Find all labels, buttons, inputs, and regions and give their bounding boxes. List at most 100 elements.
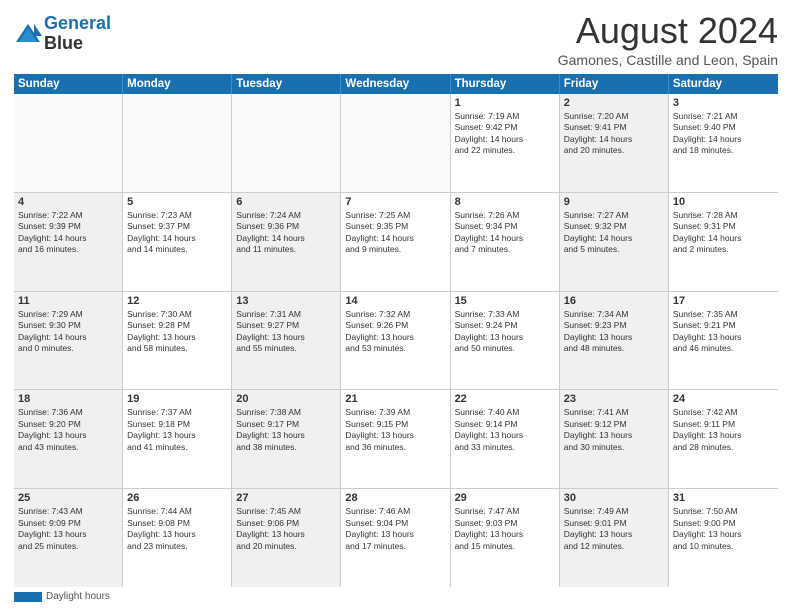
cal-row-0: 1Sunrise: 7:19 AM Sunset: 9:42 PM Daylig… bbox=[14, 94, 778, 193]
cal-header-friday: Friday bbox=[560, 74, 669, 94]
day-number-23: 23 bbox=[564, 393, 664, 405]
cell-info-7: Sunrise: 7:25 AM Sunset: 9:35 PM Dayligh… bbox=[345, 210, 445, 256]
cell-info-27: Sunrise: 7:45 AM Sunset: 9:06 PM Dayligh… bbox=[236, 506, 336, 552]
cell-info-4: Sunrise: 7:22 AM Sunset: 9:39 PM Dayligh… bbox=[18, 210, 118, 256]
day-number-30: 30 bbox=[564, 492, 664, 504]
cell-info-21: Sunrise: 7:39 AM Sunset: 9:15 PM Dayligh… bbox=[345, 407, 445, 453]
calendar-header: SundayMondayTuesdayWednesdayThursdayFrid… bbox=[14, 74, 778, 94]
day-number-27: 27 bbox=[236, 492, 336, 504]
cal-cell-empty-0-0 bbox=[14, 94, 123, 192]
cal-cell-31: 31 Sunrise: 7:50 AM Sunset: 9:00 PM Dayli… bbox=[669, 489, 778, 587]
cal-cell-19: 19 Sunrise: 7:37 AM Sunset: 9:18 PM Dayli… bbox=[123, 390, 232, 488]
cal-header-tuesday: Tuesday bbox=[232, 74, 341, 94]
cal-cell-21: 21 Sunrise: 7:39 AM Sunset: 9:15 PM Dayli… bbox=[341, 390, 450, 488]
cal-cell-25: 25 Sunrise: 7:43 AM Sunset: 9:09 PM Dayli… bbox=[14, 489, 123, 587]
day-number-20: 20 bbox=[236, 393, 336, 405]
cell-info-9: Sunrise: 7:27 AM Sunset: 9:32 PM Dayligh… bbox=[564, 210, 664, 256]
day-number-4: 4 bbox=[18, 196, 118, 208]
cal-cell-13: 13Sunrise: 7:31 AM Sunset: 9:27 PM Dayli… bbox=[232, 292, 341, 390]
cal-cell-7: 7 Sunrise: 7:25 AM Sunset: 9:35 PM Daylig… bbox=[341, 193, 450, 291]
header: General Blue August 2024 Gamones, Castil… bbox=[14, 10, 778, 68]
cal-cell-14: 14Sunrise: 7:32 AM Sunset: 9:26 PM Dayli… bbox=[341, 292, 450, 390]
day-number-31: 31 bbox=[673, 492, 774, 504]
cal-header-thursday: Thursday bbox=[451, 74, 560, 94]
cal-cell-18: 18 Sunrise: 7:36 AM Sunset: 9:20 PM Dayli… bbox=[14, 390, 123, 488]
day-number-13: 13 bbox=[236, 295, 336, 307]
footer-label: Daylight hours bbox=[46, 591, 110, 602]
logo-blue: Blue bbox=[44, 33, 83, 53]
cal-cell-2: 2Sunrise: 7:20 AM Sunset: 9:41 PM Daylig… bbox=[560, 94, 669, 192]
day-number-10: 10 bbox=[673, 196, 774, 208]
cell-info-2: Sunrise: 7:20 AM Sunset: 9:41 PM Dayligh… bbox=[564, 111, 664, 157]
cell-info-24: Sunrise: 7:42 AM Sunset: 9:11 PM Dayligh… bbox=[673, 407, 774, 453]
cal-cell-27: 27 Sunrise: 7:45 AM Sunset: 9:06 PM Dayli… bbox=[232, 489, 341, 587]
day-number-24: 24 bbox=[673, 393, 774, 405]
cell-info-1: Sunrise: 7:19 AM Sunset: 9:42 PM Dayligh… bbox=[455, 111, 555, 157]
cell-info-19: Sunrise: 7:37 AM Sunset: 9:18 PM Dayligh… bbox=[127, 407, 227, 453]
cal-cell-4: 4 Sunrise: 7:22 AM Sunset: 9:39 PM Daylig… bbox=[14, 193, 123, 291]
cell-info-22: Sunrise: 7:40 AM Sunset: 9:14 PM Dayligh… bbox=[455, 407, 555, 453]
cal-cell-12: 12Sunrise: 7:30 AM Sunset: 9:28 PM Dayli… bbox=[123, 292, 232, 390]
cal-header-sunday: Sunday bbox=[14, 74, 123, 94]
cal-cell-24: 24 Sunrise: 7:42 AM Sunset: 9:11 PM Dayli… bbox=[669, 390, 778, 488]
logo-icon bbox=[14, 20, 42, 48]
day-number-18: 18 bbox=[18, 393, 118, 405]
cell-info-6: Sunrise: 7:24 AM Sunset: 9:36 PM Dayligh… bbox=[236, 210, 336, 256]
cal-cell-3: 3 Sunrise: 7:21 AM Sunset: 9:40 PM Daylig… bbox=[669, 94, 778, 192]
header-right: August 2024 Gamones, Castille and Leon, … bbox=[558, 10, 778, 68]
day-number-22: 22 bbox=[455, 393, 555, 405]
cell-info-5: Sunrise: 7:23 AM Sunset: 9:37 PM Dayligh… bbox=[127, 210, 227, 256]
day-number-28: 28 bbox=[345, 492, 445, 504]
day-number-3: 3 bbox=[673, 97, 774, 109]
cal-cell-16: 16 Sunrise: 7:34 AM Sunset: 9:23 PM Dayli… bbox=[560, 292, 669, 390]
day-number-25: 25 bbox=[18, 492, 118, 504]
cal-cell-10: 10 Sunrise: 7:28 AM Sunset: 9:31 PM Dayli… bbox=[669, 193, 778, 291]
cal-cell-empty-0-3 bbox=[341, 94, 450, 192]
cell-info-25: Sunrise: 7:43 AM Sunset: 9:09 PM Dayligh… bbox=[18, 506, 118, 552]
calendar-body: 1Sunrise: 7:19 AM Sunset: 9:42 PM Daylig… bbox=[14, 94, 778, 587]
cal-cell-23: 23Sunrise: 7:41 AM Sunset: 9:12 PM Dayli… bbox=[560, 390, 669, 488]
location: Gamones, Castille and Leon, Spain bbox=[558, 52, 778, 68]
cell-info-20: Sunrise: 7:38 AM Sunset: 9:17 PM Dayligh… bbox=[236, 407, 336, 453]
cal-cell-30: 30 Sunrise: 7:49 AM Sunset: 9:01 PM Dayli… bbox=[560, 489, 669, 587]
day-number-8: 8 bbox=[455, 196, 555, 208]
cell-info-17: Sunrise: 7:35 AM Sunset: 9:21 PM Dayligh… bbox=[673, 309, 774, 355]
day-number-21: 21 bbox=[345, 393, 445, 405]
cal-cell-empty-0-2 bbox=[232, 94, 341, 192]
cell-info-3: Sunrise: 7:21 AM Sunset: 9:40 PM Dayligh… bbox=[673, 111, 774, 157]
cal-cell-22: 22 Sunrise: 7:40 AM Sunset: 9:14 PM Dayli… bbox=[451, 390, 560, 488]
day-number-16: 16 bbox=[564, 295, 664, 307]
day-number-29: 29 bbox=[455, 492, 555, 504]
cal-cell-26: 26 Sunrise: 7:44 AM Sunset: 9:08 PM Dayli… bbox=[123, 489, 232, 587]
cal-row-2: 11Sunrise: 7:29 AM Sunset: 9:30 PM Dayli… bbox=[14, 292, 778, 391]
cell-info-16: Sunrise: 7:34 AM Sunset: 9:23 PM Dayligh… bbox=[564, 309, 664, 355]
day-number-5: 5 bbox=[127, 196, 227, 208]
calendar: SundayMondayTuesdayWednesdayThursdayFrid… bbox=[14, 74, 778, 587]
cal-cell-20: 20 Sunrise: 7:38 AM Sunset: 9:17 PM Dayli… bbox=[232, 390, 341, 488]
day-number-14: 14 bbox=[345, 295, 445, 307]
cell-info-8: Sunrise: 7:26 AM Sunset: 9:34 PM Dayligh… bbox=[455, 210, 555, 256]
day-number-19: 19 bbox=[127, 393, 227, 405]
cell-info-18: Sunrise: 7:36 AM Sunset: 9:20 PM Dayligh… bbox=[18, 407, 118, 453]
cell-info-26: Sunrise: 7:44 AM Sunset: 9:08 PM Dayligh… bbox=[127, 506, 227, 552]
cell-info-31: Sunrise: 7:50 AM Sunset: 9:00 PM Dayligh… bbox=[673, 506, 774, 552]
cal-cell-1: 1Sunrise: 7:19 AM Sunset: 9:42 PM Daylig… bbox=[451, 94, 560, 192]
cell-info-28: Sunrise: 7:46 AM Sunset: 9:04 PM Dayligh… bbox=[345, 506, 445, 552]
cal-cell-29: 29 Sunrise: 7:47 AM Sunset: 9:03 PM Dayli… bbox=[451, 489, 560, 587]
footer-bar-icon bbox=[14, 592, 42, 602]
cell-info-30: Sunrise: 7:49 AM Sunset: 9:01 PM Dayligh… bbox=[564, 506, 664, 552]
cal-cell-6: 6 Sunrise: 7:24 AM Sunset: 9:36 PM Daylig… bbox=[232, 193, 341, 291]
logo-general: General bbox=[44, 13, 111, 33]
day-number-15: 15 bbox=[455, 295, 555, 307]
logo: General Blue bbox=[14, 14, 111, 54]
footer: Daylight hours bbox=[14, 591, 778, 602]
day-number-7: 7 bbox=[345, 196, 445, 208]
cell-info-10: Sunrise: 7:28 AM Sunset: 9:31 PM Dayligh… bbox=[673, 210, 774, 256]
cal-header-monday: Monday bbox=[123, 74, 232, 94]
logo-text: General Blue bbox=[44, 14, 111, 54]
day-number-6: 6 bbox=[236, 196, 336, 208]
cell-info-29: Sunrise: 7:47 AM Sunset: 9:03 PM Dayligh… bbox=[455, 506, 555, 552]
cell-info-12: Sunrise: 7:30 AM Sunset: 9:28 PM Dayligh… bbox=[127, 309, 227, 355]
day-number-26: 26 bbox=[127, 492, 227, 504]
day-number-9: 9 bbox=[564, 196, 664, 208]
